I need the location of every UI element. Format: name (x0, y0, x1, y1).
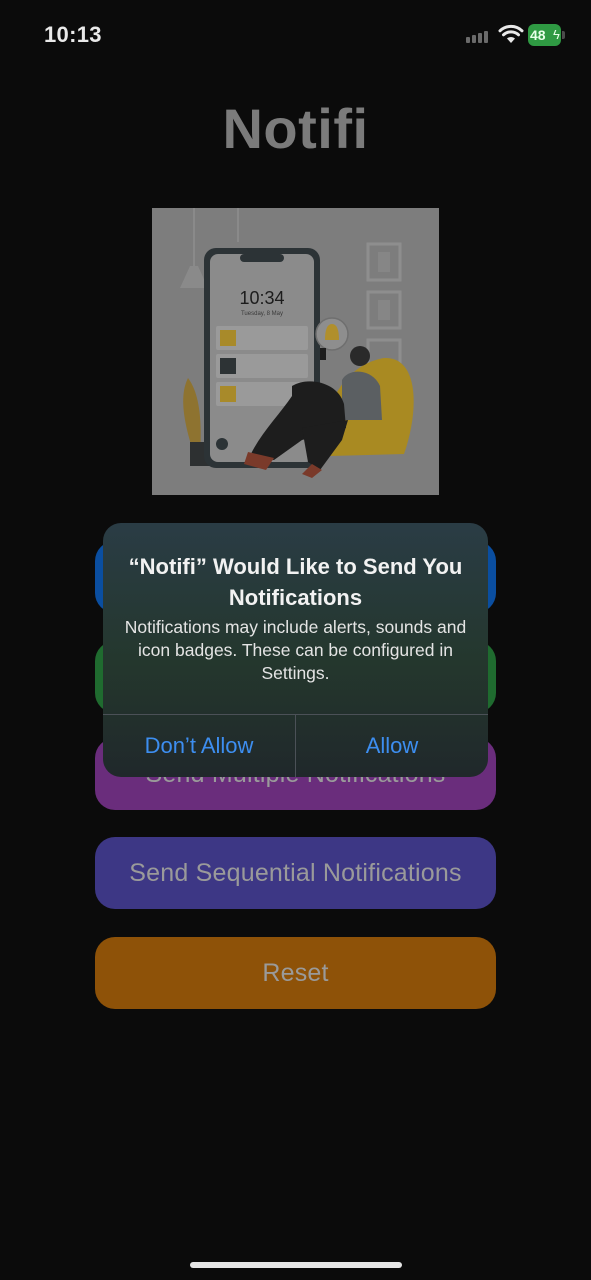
notification-permission-alert: “Notifi” Would Like to Send You Notifica… (103, 523, 488, 777)
allow-button[interactable]: Allow (296, 715, 488, 777)
dont-allow-button[interactable]: Don’t Allow (103, 715, 295, 777)
status-time: 10:13 (44, 22, 102, 47)
app-title: Notifi (222, 97, 369, 160)
cellular-signal-icon (466, 29, 492, 43)
home-indicator[interactable] (190, 1262, 402, 1268)
wifi-icon (498, 24, 524, 44)
battery-charging-icon: 48 ϟ (528, 24, 565, 46)
reset-button[interactable]: Reset (95, 937, 496, 1009)
status-bar: 10:13 48 ϟ (0, 0, 591, 70)
notification-illustration: 10:34 Tuesday, 8 May (152, 208, 439, 495)
phone-clock-text: 10:34 (239, 288, 284, 308)
phone-date-text: Tuesday, 8 May (241, 311, 283, 317)
battery-level: 48 (530, 27, 546, 43)
alert-message: Notifications may include alerts, sounds… (124, 617, 467, 683)
alert-title: “Notifi” Would Like to Send You Notifica… (128, 554, 463, 610)
send-sequential-notifications-button[interactable]: Send Sequential Notifications (95, 837, 496, 909)
